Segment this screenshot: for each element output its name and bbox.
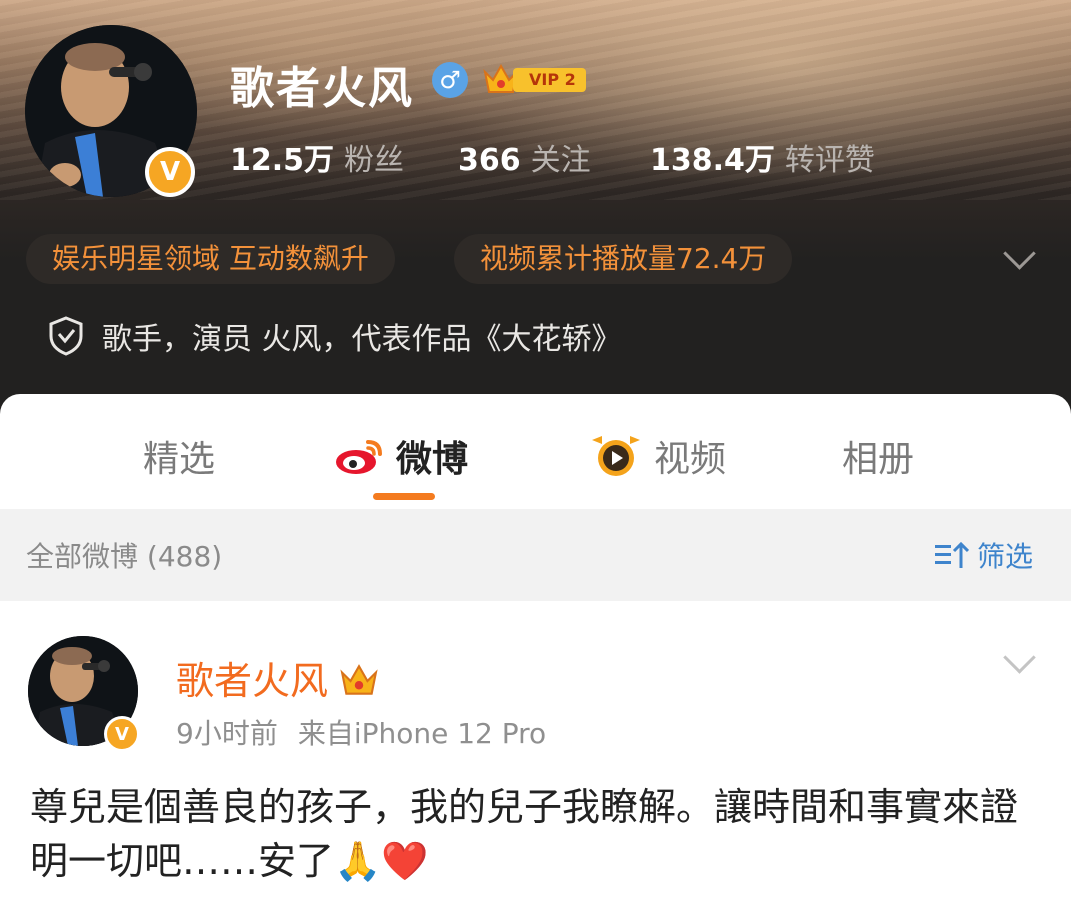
video-play-icon (592, 436, 640, 476)
tab-featured-label: 精选 (143, 439, 216, 480)
interaction-stat[interactable]: 138.4万 转评赞 (650, 135, 875, 179)
active-tab-indicator (373, 493, 435, 500)
fans-count: 12.5万 (230, 143, 335, 178)
follow-count: 366 (458, 143, 521, 178)
post-body: 尊兒是個善良的孩子，我的兒子我瞭解。讓時間和事實來證明一切吧……安了🙏❤️ (30, 785, 1019, 883)
tab-video[interactable]: 视频 (588, 430, 726, 482)
fans-stat[interactable]: 12.5万 粉丝 (230, 135, 404, 179)
profile-description: 歌手，演员 火风，代表作品《大花轿》 (102, 322, 622, 357)
filter-label: 筛选 (977, 540, 1034, 573)
weibo-icon (336, 440, 382, 474)
shield-verified-icon (48, 316, 84, 360)
gender-male-icon: ♂ (432, 62, 468, 98)
tab-weibo[interactable]: 微博 (334, 430, 468, 482)
tab-weibo-label: 微博 (396, 439, 469, 480)
tab-album[interactable]: 相册 (842, 430, 914, 482)
tag-entertainment[interactable]: 娱乐明星领域 互动数飙升 (26, 234, 395, 284)
fans-label: 粉丝 (344, 143, 405, 178)
vip-level: VIP 2 (513, 68, 586, 92)
filter-icon (935, 541, 969, 568)
all-posts-count[interactable]: 全部微博 (488) (26, 535, 222, 575)
post-meta: 9小时前 来自iPhone 12 Pro (176, 712, 546, 752)
tag-video-plays[interactable]: 视频累计播放量72.4万 (454, 234, 793, 284)
post-time: 9小时前 (176, 717, 278, 750)
follow-label: 关注 (530, 143, 591, 178)
verified-badge: V (145, 147, 195, 197)
interaction-count: 138.4万 (650, 143, 775, 178)
post-author-label: 歌者火风 (176, 659, 329, 703)
vip-crown-icon (340, 664, 378, 695)
post-verified-badge: V (104, 716, 140, 752)
tab-album-label: 相册 (842, 439, 915, 480)
filter-button[interactable]: 筛选 (935, 535, 1033, 575)
tab-video-label: 视频 (654, 439, 727, 480)
follow-stat[interactable]: 366 关注 (458, 135, 591, 179)
post-author-name[interactable]: 歌者火风 (176, 650, 378, 705)
post-source: 来自iPhone 12 Pro (297, 717, 547, 750)
profile-name: 歌者火风 (230, 63, 414, 114)
interaction-label: 转评赞 (784, 143, 875, 178)
tab-featured[interactable]: 精选 (143, 430, 215, 482)
